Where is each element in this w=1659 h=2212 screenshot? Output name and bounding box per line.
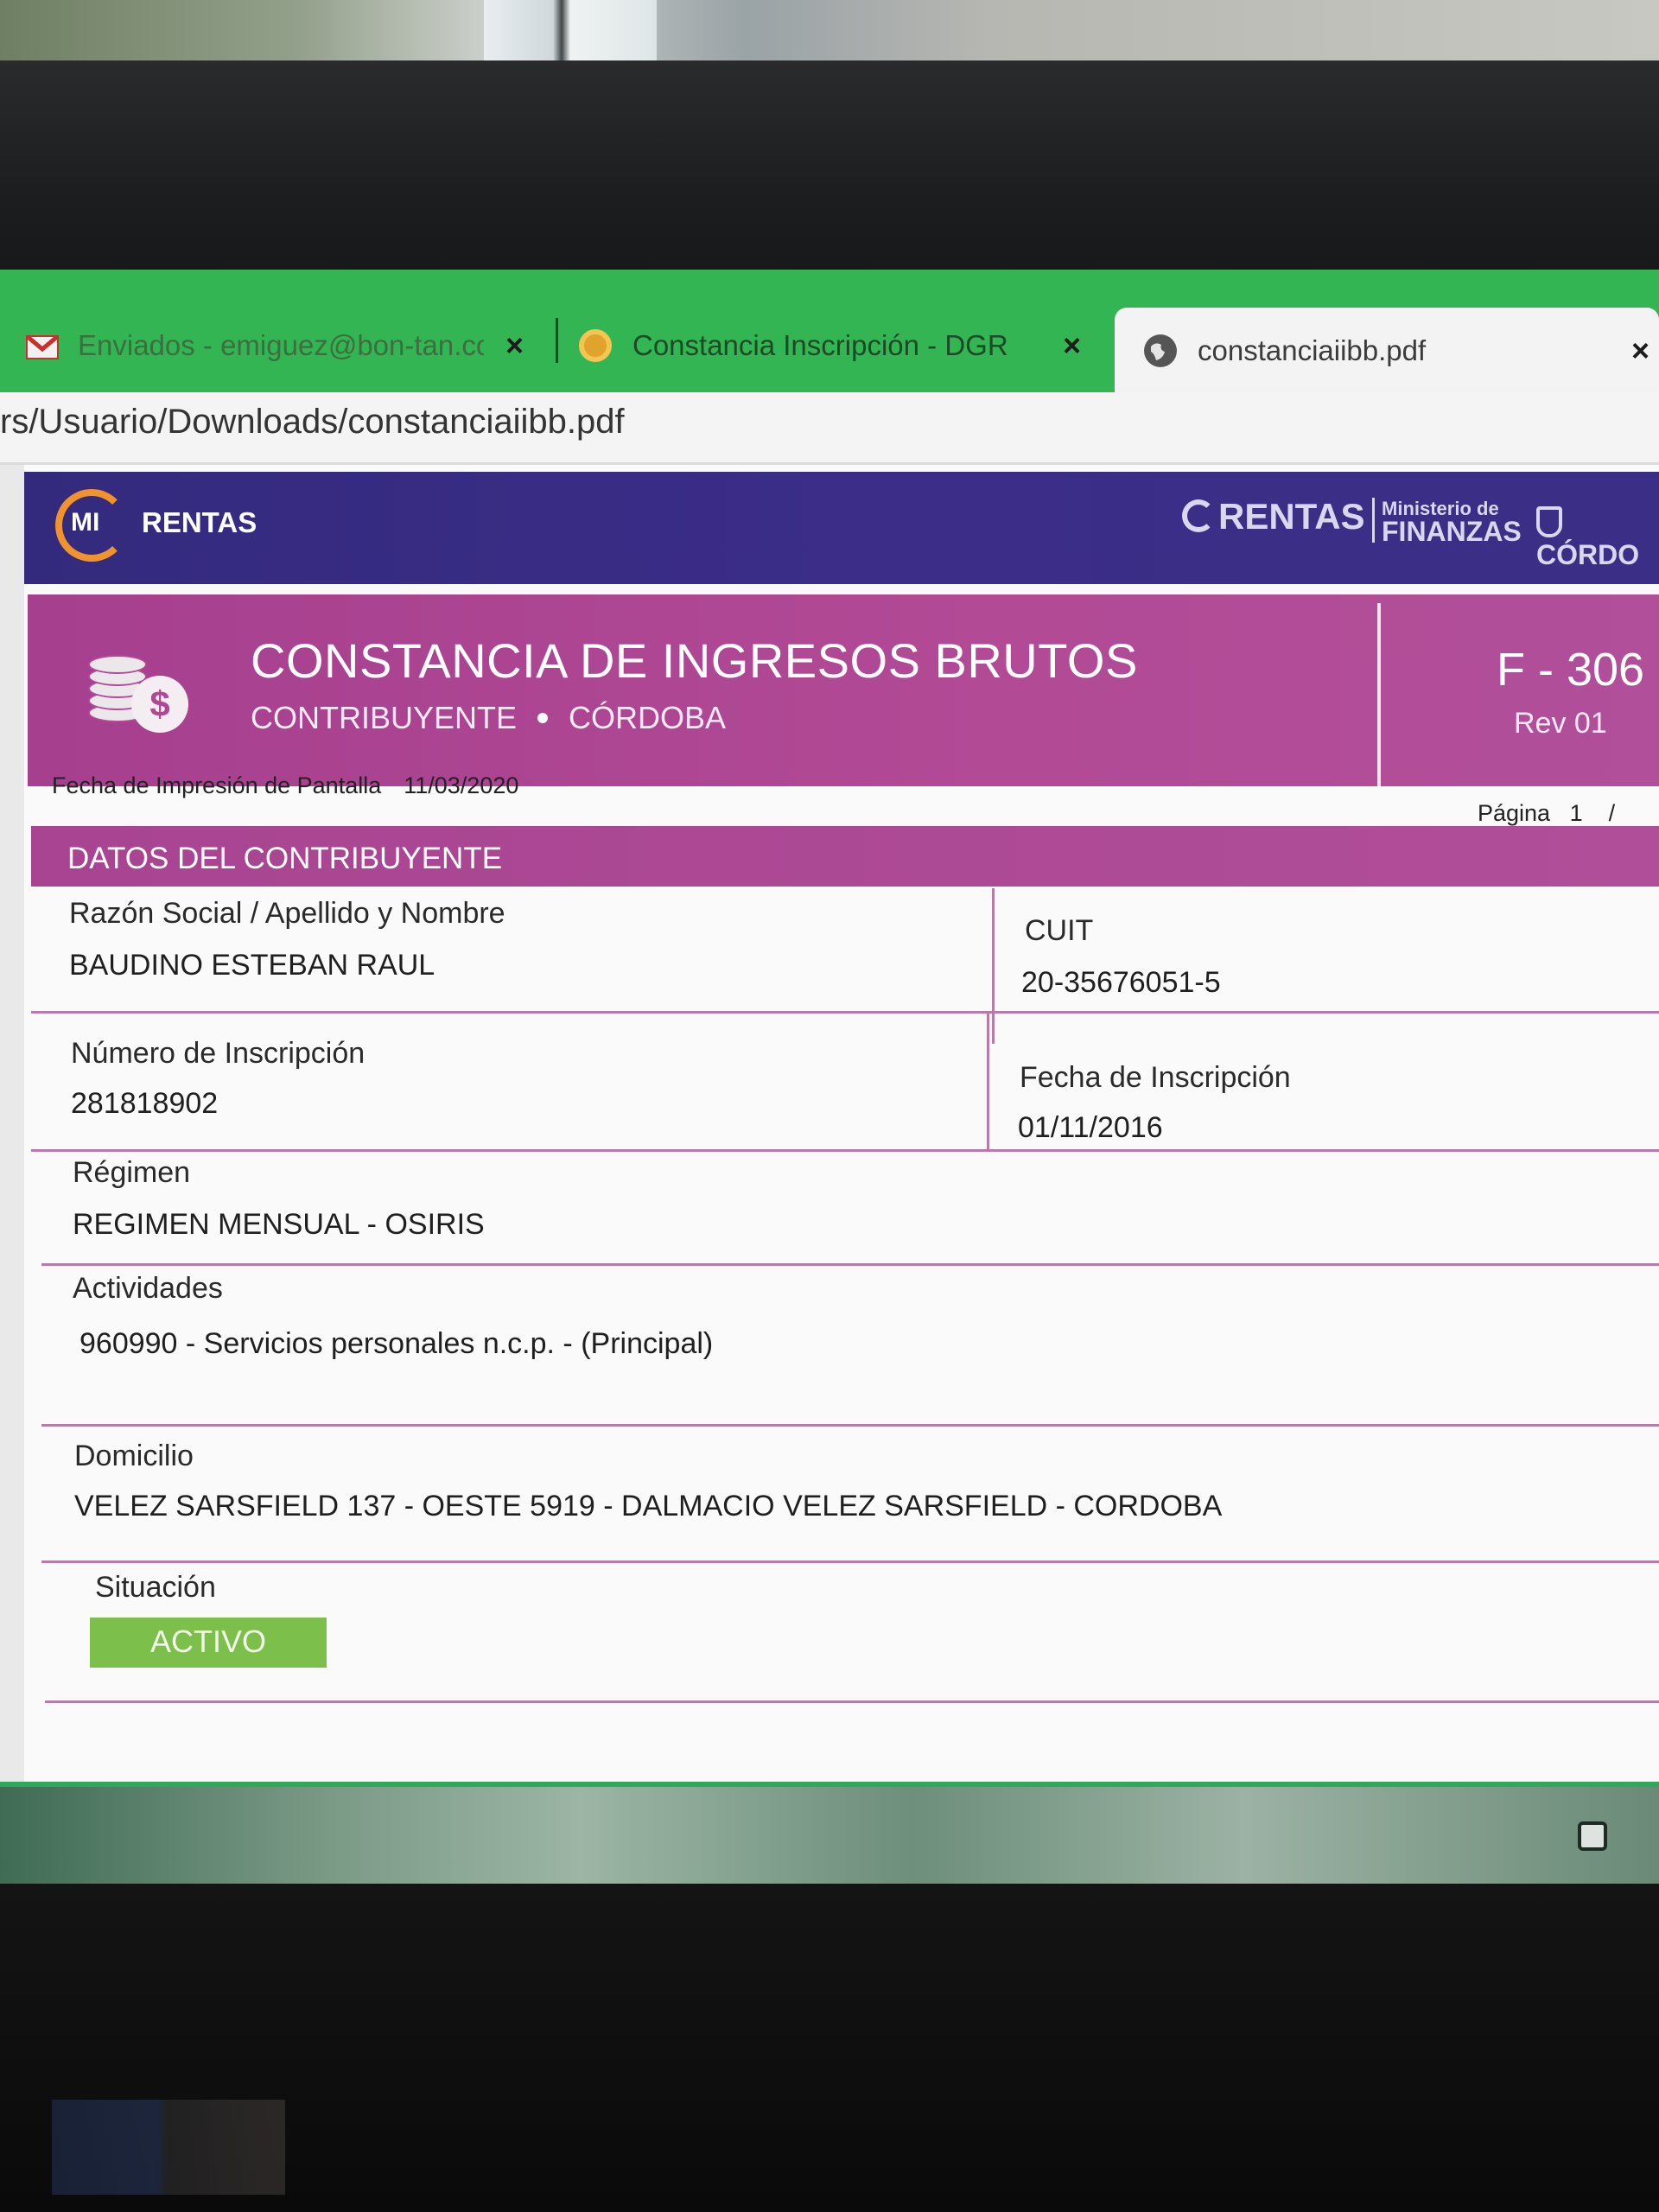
regimen-value: REGIMEN MENSUAL - OSIRIS: [73, 1208, 485, 1241]
bullet-icon: [537, 713, 549, 723]
screen-reflection: [52, 2100, 285, 2195]
print-date-value: 11/03/2020: [404, 772, 519, 798]
dgr-rentas-logo: RENTAS: [1182, 496, 1365, 537]
row-divider: [45, 1700, 1659, 1703]
document-title-band: $ CONSTANCIA DE INGRESOS BRUTOS CONTRIBU…: [28, 594, 1659, 786]
row-divider: [41, 1560, 1659, 1563]
section-datos-contribuyente: DATOS DEL CONTRIBUYENTE: [31, 826, 1659, 887]
form-revision: Rev 01: [1514, 707, 1607, 740]
background-scene: [0, 0, 1659, 69]
cuit-value: 20-35676051-5: [1021, 966, 1221, 999]
rentas-header: MI RENTAS RENTAS Ministerio de FINANZAS …: [24, 472, 1659, 584]
page-number: Página 1 /: [1478, 800, 1615, 827]
page-separator: /: [1608, 800, 1616, 826]
numero-inscripcion-label: Número de Inscripción: [71, 1037, 365, 1070]
razon-social-value: BAUDINO ESTEBAN RAUL: [69, 949, 435, 982]
monitor-bezel-top: [0, 60, 1659, 294]
address-bar[interactable]: rs/Usuario/Downloads/constanciaiibb.pdf: [0, 392, 1659, 465]
row-divider: [31, 1149, 1659, 1152]
cordoba-logo: CÓRDO: [1536, 506, 1659, 571]
tab-dgr-label: Constancia Inscripción - DGR: [632, 329, 1008, 361]
domicilio-value: VELEZ SARSFIELD 137 - OESTE 5919 - DALMA…: [74, 1490, 1223, 1522]
grid-divider: [992, 888, 995, 1044]
cordoba-shield-icon: [1536, 506, 1562, 537]
partner-rentas-text: RENTAS: [1218, 496, 1365, 537]
taskbar: [0, 1787, 1659, 1884]
razon-social-label: Razón Social / Apellido y Nombre: [69, 897, 505, 930]
tab-gmail-close-icon[interactable]: ×: [505, 327, 524, 364]
mi-rentas-logo: MI: [55, 489, 142, 562]
page-label: Página: [1478, 800, 1551, 826]
print-date-row: Fecha de Impresión de Pantalla 11/03/2020: [52, 772, 518, 799]
actividades-value: 960990 - Servicios personales n.c.p. - (…: [79, 1327, 714, 1360]
pdf-viewer[interactable]: MI RENTAS RENTAS Ministerio de FINANZAS …: [0, 465, 1659, 1787]
tab-dgr-close-icon[interactable]: ×: [1063, 327, 1081, 364]
pdf-page: MI RENTAS RENTAS Ministerio de FINANZAS …: [24, 465, 1659, 1787]
tab-separator: [556, 318, 558, 363]
dgr-site-icon: [579, 329, 612, 362]
domicilio-label: Domicilio: [74, 1440, 194, 1472]
cordoba-text: CÓRDO: [1536, 539, 1640, 570]
subtitle-contribuyente: CONTRIBUYENTE: [251, 700, 518, 735]
title-divider: [1377, 603, 1381, 786]
coins-icon: $: [88, 643, 192, 738]
logo-rentas-text: RENTAS: [142, 506, 257, 538]
background-window: [484, 0, 657, 65]
tab-pdf-close-icon[interactable]: ×: [1631, 333, 1649, 369]
tray-shield-icon[interactable]: [1578, 1821, 1607, 1851]
page-number-value: 1: [1569, 800, 1583, 826]
subtitle-cordoba: CÓRDOBA: [569, 700, 727, 735]
tab-pdf-active[interactable]: constanciaiibb.pdf ×: [1115, 308, 1659, 394]
actividades-label: Actividades: [73, 1272, 223, 1305]
tab-gmail[interactable]: Enviados - emiguez@bon-tan.co ×: [25, 299, 544, 392]
logo-mi-text: MI: [71, 508, 100, 537]
address-url[interactable]: rs/Usuario/Downloads/constanciaiibb.pdf: [0, 403, 625, 442]
ministerio-logo: Ministerio de FINANZAS: [1372, 498, 1522, 547]
globe-icon: [1144, 334, 1177, 367]
regimen-label: Régimen: [73, 1156, 191, 1189]
document-title: CONSTANCIA DE INGRESOS BRUTOS: [251, 633, 1138, 688]
tab-pdf-label: constanciaiibb.pdf: [1198, 334, 1427, 366]
ministerio-big-text: FINANZAS: [1382, 516, 1522, 547]
form-code: F - 306: [1497, 644, 1645, 696]
document-subtitle: CONTRIBUYENTE CÓRDOBA: [251, 700, 726, 736]
gmail-icon: [25, 334, 60, 359]
fecha-inscripcion-value: 01/11/2016: [1018, 1111, 1163, 1144]
row-divider: [41, 1424, 1659, 1427]
row-divider: [41, 1263, 1659, 1266]
row-divider: [31, 1011, 1659, 1014]
tab-dgr[interactable]: Constancia Inscripción - DGR ×: [579, 299, 1115, 392]
rentas-ring-icon: [1182, 499, 1215, 532]
fecha-inscripcion-label: Fecha de Inscripción: [1020, 1061, 1291, 1094]
situacion-status-badge: ACTIVO: [90, 1618, 327, 1668]
print-date-label: Fecha de Impresión de Pantalla: [52, 772, 382, 798]
cuit-label: CUIT: [1025, 914, 1094, 947]
situacion-label: Situación: [95, 1571, 216, 1604]
numero-inscripcion-value: 281818902: [71, 1087, 219, 1120]
tab-gmail-label: Enviados - emiguez@bon-tan.co: [78, 329, 484, 361]
grid-divider: [987, 1011, 989, 1151]
